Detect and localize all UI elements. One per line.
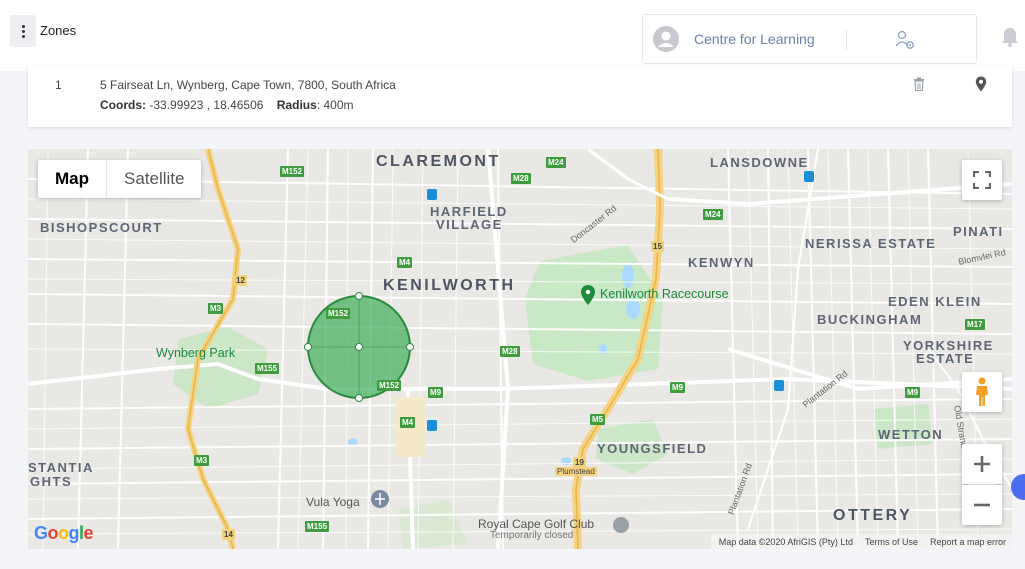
route-shield: M152 [280,166,305,177]
route-shield: 15 [651,241,664,252]
area-label: LANSDOWNE [710,155,809,170]
coords-label: Coords: [100,98,146,112]
org-name-link[interactable]: Centre for Learning [694,31,815,47]
locate-zone-pin-icon[interactable] [975,76,987,92]
route-shield: M9 [670,382,686,393]
place-label[interactable]: Wynberg Park [156,346,235,360]
dot-icon [21,24,25,28]
area-label: VILLAGE [436,217,503,232]
notification-bell-icon[interactable] [1000,26,1020,48]
route-shield: M3 [208,303,224,314]
area-label: YOUNGSFIELD [597,441,708,456]
zoom-in-button[interactable] [962,444,1002,484]
map-type-control: Map Satellite [38,160,202,198]
route-shield: 12 [234,275,247,286]
route-shield: M9 [428,387,444,398]
page-title: Zones [40,23,77,38]
route-shield: M152 [377,380,402,391]
plus-icon [974,456,990,472]
area-label: NERISSA ESTATE [805,236,937,251]
user-settings-icon[interactable] [894,29,916,51]
area-label: PINATI [953,224,1004,239]
area-label: WETTON [878,427,944,442]
area-label: CLAREMONT [376,153,501,170]
area-label: ESTATE [916,351,975,366]
fullscreen-icon [973,171,991,189]
dot-icon [21,29,25,33]
map-type-map-button[interactable]: Map [38,160,107,198]
area-label: OTTERY [833,507,913,524]
route-shield: 14 [222,529,235,540]
page-bottom [0,551,1025,569]
route-shield: M155 [255,363,280,374]
road-label: Plumstead [555,467,597,476]
map-type-satellite-button[interactable]: Satellite [107,160,201,198]
chat-widget-icon[interactable] [1011,474,1025,500]
route-shield: M4 [397,257,413,268]
area-label: STANTIA [28,460,94,475]
zone-meta: Coords: -33.99923 , 18.46506 Radius: 400… [100,98,354,112]
divider [846,30,847,50]
route-shield: M3 [194,455,210,466]
route-shield: M9 [905,387,921,398]
terms-of-use-link[interactable]: Terms of Use [865,537,918,547]
fullscreen-button[interactable] [962,160,1002,200]
route-shield: M155 [305,521,330,532]
route-shield: M28 [500,346,520,357]
user-org-box: Centre for Learning [642,14,977,64]
route-shield: 19 [573,457,586,468]
delete-zone-trash-icon[interactable] [913,77,925,91]
map-data-credit: Map data ©2020 AfriGIS (Pty) Ltd [718,536,853,547]
map-attribution: Map data ©2020 AfriGIS (Pty) Ltd Terms o… [710,534,1012,549]
area-label: BUCKINGHAM [817,312,923,327]
zone-list-item[interactable]: 1 5 Fairseat Ln, Wynberg, Cape Town, 780… [28,66,1012,127]
minus-icon [974,503,990,507]
place-label[interactable]: Vula Yoga [306,495,360,509]
place-label[interactable]: Kenilworth Racecourse [600,287,729,301]
area-label: EDEN KLEIN [888,294,982,309]
route-shield: M152 [326,308,351,319]
route-shield: M5 [590,414,606,425]
route-shield: M24 [703,209,723,220]
zone-map[interactable]: CLAREMONT LANSDOWNE HARFIELD VILLAGE BIS… [28,149,1012,549]
left-edge [0,71,9,569]
route-shield: M28 [511,173,531,184]
radius-label: Radius [276,98,317,112]
avatar-icon[interactable] [653,26,679,52]
route-shield: M4 [400,417,416,428]
street-view-pegman-button[interactable] [962,372,1002,412]
zone-address: 5 Fairseat Ln, Wynberg, Cape Town, 7800,… [100,78,396,92]
area-label: BISHOPSCOURT [40,220,163,235]
report-map-error-link[interactable]: Report a map error [930,537,1006,547]
area-label: KENILWORTH [383,277,516,294]
route-shield: M17 [965,319,985,330]
route-shield: M24 [546,157,566,168]
radius-value: : 400m [316,98,354,112]
area-label: GHTS [30,474,73,489]
place-label[interactable]: Royal Cape Golf Club [478,517,594,531]
place-status-label: Temporarily closed [490,530,574,541]
coords-value: -33.99923 , 18.46506 [149,98,264,112]
zone-number: 1 [55,78,62,92]
top-bar: Zones Centre for Learning [0,0,1025,71]
more-menu-button[interactable] [10,15,36,47]
area-label: KENWYN [688,255,755,270]
zoom-out-button[interactable] [962,485,1002,525]
pegman-icon [976,377,988,406]
google-logo[interactable]: Google [34,523,94,544]
dot-icon [21,34,25,38]
